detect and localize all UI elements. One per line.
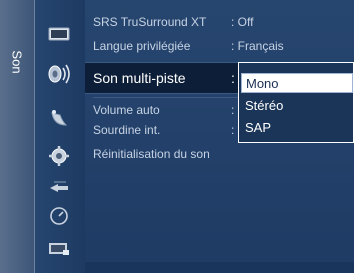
setup-icon[interactable]: [44, 142, 74, 170]
sound-icon[interactable]: [44, 60, 74, 88]
input-icon[interactable]: [44, 174, 74, 202]
menu-item-srs-trusurround[interactable]: SRS TruSurround XT : Off: [85, 12, 354, 32]
menu-category-column: [35, 0, 85, 273]
menu-item-preferred-language[interactable]: Langue privilégiée : Français: [85, 36, 354, 56]
option-sap[interactable]: SAP: [241, 117, 353, 137]
menu-item-label: Réinitialisation du son: [93, 147, 210, 161]
section-tab-sound[interactable]: Son: [0, 0, 35, 273]
tv-osd-menu: Son SRS TruSurround XT: Off Langue priv…: [0, 0, 354, 273]
picture-icon[interactable]: [44, 20, 74, 48]
section-tab-label: Son: [9, 50, 25, 74]
option-stereo[interactable]: Stéréo: [241, 95, 353, 115]
channel-icon[interactable]: [44, 104, 74, 132]
menu-item-sound-reset[interactable]: Réinitialisation du son: [85, 144, 354, 164]
menu-item-value: :: [231, 123, 235, 137]
menu-item-label: Volume auto: [93, 103, 160, 117]
support-icon[interactable]: [44, 235, 74, 263]
menu-item-value: :: [231, 103, 235, 117]
menu-item-label: Langue privilégiée: [93, 39, 191, 53]
menu-item-label: SRS TruSurround XT: [93, 15, 207, 29]
menu-footer-bar: [85, 262, 354, 273]
menu-item-label: Son multi-piste: [93, 70, 186, 86]
application-icon[interactable]: [44, 202, 74, 230]
menu-item-value: : Off: [231, 15, 254, 29]
option-mono[interactable]: Mono: [241, 73, 353, 93]
menu-item-value: : Français: [231, 39, 284, 53]
menu-item-label: Sourdine int.: [93, 123, 161, 137]
menu-item-value: :: [231, 70, 235, 86]
multi-track-dropdown[interactable]: Mono Stéréo SAP: [238, 62, 354, 143]
